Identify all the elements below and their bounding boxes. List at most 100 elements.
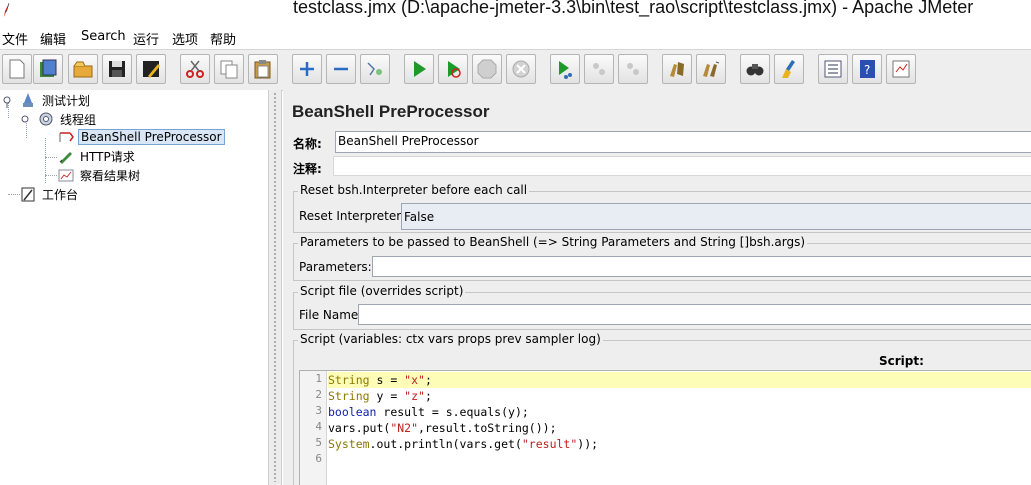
new-button[interactable] xyxy=(2,54,32,84)
remote-shutdown-button[interactable] xyxy=(618,54,648,84)
search-button[interactable] xyxy=(740,54,770,84)
templates-icon xyxy=(40,59,57,77)
script-line[interactable]: boolean result = s.equals(y); xyxy=(328,404,1031,420)
menu-bar: 文件 编辑 Search 运行 选项 帮助 xyxy=(0,26,1031,48)
line-number: 3 xyxy=(315,404,322,417)
comment-field[interactable] xyxy=(333,156,1031,176)
expand-handle-icon[interactable] xyxy=(2,92,12,108)
function-helper-icon xyxy=(824,60,842,78)
menu-help[interactable]: 帮助 xyxy=(210,29,236,48)
script-line[interactable]: String s = "x"; xyxy=(328,372,1031,388)
remote-stop-icon xyxy=(593,63,605,75)
tree-node-workbench[interactable]: 工作台 xyxy=(20,185,80,203)
group-title: Script file (overrides script) xyxy=(298,284,466,298)
paste-icon xyxy=(254,60,271,79)
tree-node-test-plan[interactable]: 测试计划 xyxy=(2,91,92,109)
tree-label: HTTP请求 xyxy=(80,149,135,164)
reset-search-button[interactable] xyxy=(774,54,804,84)
name-field[interactable]: BeanShell PreProcessor xyxy=(335,131,1031,153)
line-number: 4 xyxy=(315,420,322,433)
copy-button[interactable] xyxy=(214,54,244,84)
toggle-button[interactable] xyxy=(360,54,390,84)
script-line[interactable]: System.out.println(vars.get("result")); xyxy=(328,436,1031,452)
line-number: 6 xyxy=(315,452,322,465)
save-as-icon xyxy=(143,61,160,78)
log-viewer-button[interactable] xyxy=(886,54,916,84)
start-icon xyxy=(414,61,426,77)
expand-icon xyxy=(300,62,314,76)
group-title: Parameters to be passed to BeanShell (=>… xyxy=(298,235,808,249)
reset-interpreter-select[interactable]: False xyxy=(401,203,1031,230)
start-no-pause-button[interactable] xyxy=(438,54,468,84)
expand-all-button[interactable] xyxy=(292,54,322,84)
script-line[interactable]: vars.put("N2",result.toString()); xyxy=(328,420,1031,436)
collapse-all-button[interactable] xyxy=(326,54,356,84)
parameters-field[interactable] xyxy=(372,256,1031,277)
script-line[interactable] xyxy=(328,452,1031,468)
new-icon xyxy=(9,59,25,79)
tree-label: 测试计划 xyxy=(42,93,91,108)
comment-label: 注释: xyxy=(293,162,322,176)
cut-icon xyxy=(186,60,204,78)
menu-file[interactable]: 文件 xyxy=(2,29,28,48)
templates-button[interactable] xyxy=(33,54,63,84)
save-as-button[interactable] xyxy=(136,54,166,84)
group-title: Reset bsh.Interpreter before each call xyxy=(298,183,530,197)
script-editor[interactable]: 1 2 3 4 5 6 String s = "x"; String y = "z… xyxy=(299,370,1031,485)
element-editor-panel: BeanShell PreProcessor 名称: BeanShell Pre… xyxy=(283,90,1031,485)
open-button[interactable] xyxy=(68,54,98,84)
workbench-icon xyxy=(21,187,35,202)
clear-button[interactable] xyxy=(662,54,692,84)
toggle-icon xyxy=(367,62,382,76)
tree-node-beanshell-preprocessor[interactable]: BeanShell PreProcessor xyxy=(58,128,225,146)
file-name-field[interactable] xyxy=(358,304,1031,325)
tree-node-http-request[interactable]: HTTP请求 xyxy=(58,147,137,165)
clear-all-button[interactable] xyxy=(696,54,726,84)
svg-text:?: ? xyxy=(864,63,870,77)
start-button[interactable] xyxy=(404,54,434,84)
open-icon xyxy=(73,61,93,78)
paste-button[interactable] xyxy=(248,54,278,84)
stop-button[interactable] xyxy=(472,54,502,84)
line-number: 2 xyxy=(315,388,322,401)
listener-graph-icon xyxy=(58,169,74,182)
test-plan-icon xyxy=(23,93,33,107)
menu-edit[interactable]: 编辑 xyxy=(40,29,66,48)
script-label: Script: xyxy=(879,354,924,368)
tree-label: 察看结果树 xyxy=(80,168,141,183)
remote-start-button[interactable] xyxy=(550,54,580,84)
reset-search-icon xyxy=(782,60,795,78)
jmeter-feather-icon xyxy=(4,2,10,17)
start-no-pause-icon xyxy=(448,61,461,78)
script-line[interactable]: String y = "z"; xyxy=(328,388,1031,404)
group-title: Script (variables: ctx vars props prev s… xyxy=(298,332,603,346)
remote-stop-button[interactable] xyxy=(584,54,614,84)
stop-icon xyxy=(477,59,497,79)
menu-options[interactable]: 选项 xyxy=(172,29,198,48)
tree-node-view-results-tree[interactable]: 察看结果树 xyxy=(58,166,142,184)
menu-run[interactable]: 运行 xyxy=(133,29,159,48)
window-title: testclass.jmx (D:\apache-jmeter-3.3\bin\… xyxy=(293,0,974,17)
shutdown-button[interactable] xyxy=(506,54,536,84)
menu-search[interactable]: Search xyxy=(81,29,126,44)
remote-shutdown-icon xyxy=(627,63,639,75)
save-button[interactable] xyxy=(102,54,132,84)
preprocessor-icon xyxy=(59,132,74,142)
split-pane-divider[interactable] xyxy=(268,90,282,485)
line-number: 1 xyxy=(315,372,322,385)
tree-node-thread-group[interactable]: 线程组 xyxy=(20,110,98,128)
expand-handle-icon[interactable] xyxy=(20,111,30,127)
remote-start-icon xyxy=(559,61,572,79)
copy-icon xyxy=(220,60,238,79)
cut-button[interactable] xyxy=(180,54,210,84)
help-button[interactable]: ? xyxy=(852,54,882,84)
file-name-label: File Name: xyxy=(299,308,363,322)
panel-title: BeanShell PreProcessor xyxy=(292,102,490,121)
title-bar: testclass.jmx (D:\apache-jmeter-3.3\bin\… xyxy=(0,0,1031,22)
search-icon xyxy=(746,64,764,76)
tree-label: BeanShell PreProcessor xyxy=(78,129,225,145)
line-number-gutter: 1 2 3 4 5 6 xyxy=(300,371,327,485)
tree-label: 线程组 xyxy=(60,112,97,127)
parameters-label: Parameters: xyxy=(299,260,372,274)
function-helper-button[interactable] xyxy=(818,54,848,84)
